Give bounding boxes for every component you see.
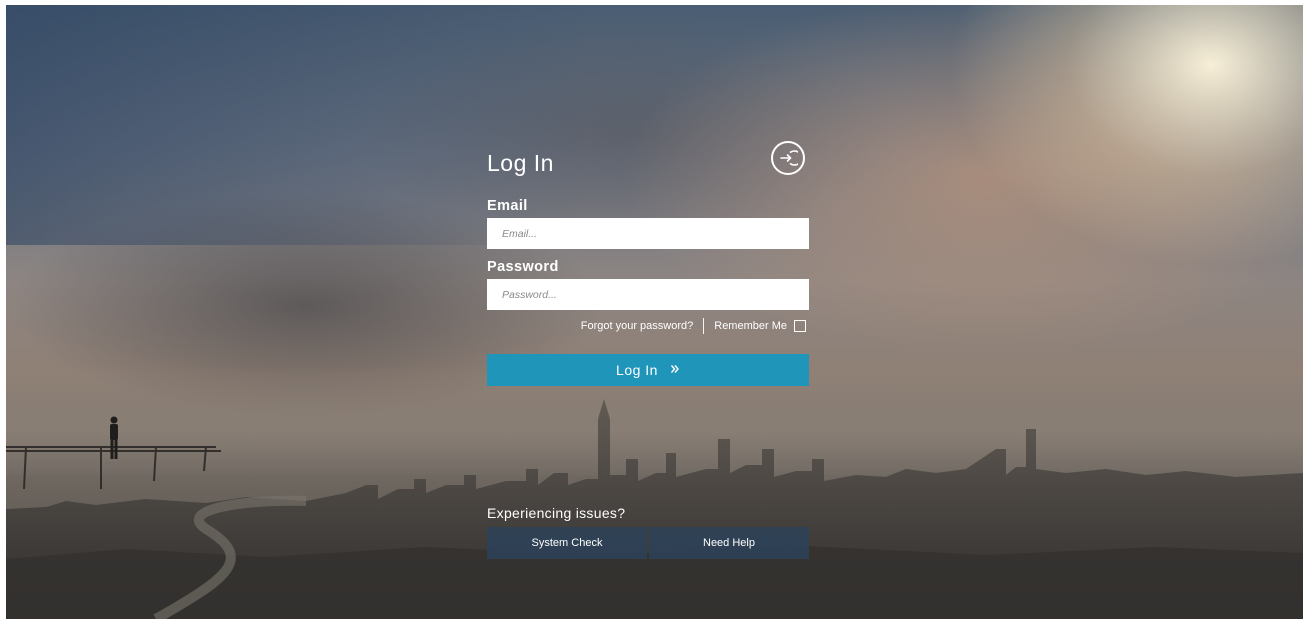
login-submit-label: Log In bbox=[616, 362, 658, 378]
remember-me-label: Remember Me bbox=[714, 320, 787, 332]
city-skyline-illustration bbox=[6, 399, 1303, 619]
login-submit-button[interactable]: Log In bbox=[487, 354, 809, 386]
remember-me-checkbox[interactable] bbox=[794, 320, 806, 332]
password-label: Password bbox=[487, 259, 559, 275]
page-title: Log In bbox=[487, 150, 554, 176]
arrow-in-icon bbox=[780, 150, 798, 166]
forgot-password-link[interactable]: Forgot your password? bbox=[581, 320, 694, 332]
login-header: Log In bbox=[487, 141, 809, 187]
email-input[interactable] bbox=[487, 218, 809, 249]
options-divider bbox=[703, 318, 705, 334]
email-label: Email bbox=[487, 198, 528, 214]
double-chevron-right-icon bbox=[670, 363, 680, 377]
issues-title: Experiencing issues? bbox=[487, 505, 626, 521]
password-input[interactable] bbox=[487, 279, 809, 310]
issues-section: Experiencing issues? System Check Need H… bbox=[487, 505, 809, 559]
login-panel: Log In Email Password Forgot your passwo… bbox=[487, 141, 809, 386]
login-arrow-circle-icon[interactable] bbox=[771, 141, 805, 175]
need-help-button[interactable]: Need Help bbox=[649, 527, 809, 559]
login-options: Forgot your password? Remember Me bbox=[487, 318, 809, 334]
issues-button-group: System Check Need Help bbox=[487, 527, 809, 559]
system-check-button[interactable]: System Check bbox=[487, 527, 647, 559]
